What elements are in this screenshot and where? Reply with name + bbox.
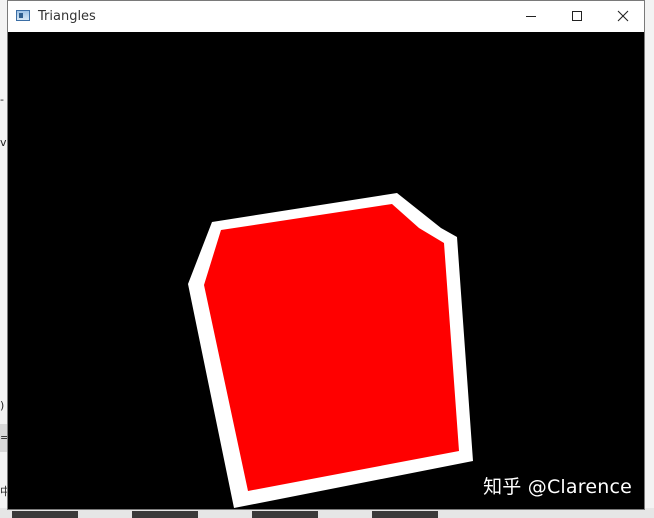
taskbar-thumbnail[interactable] <box>372 511 438 518</box>
watermark-text: 知乎 @Clarence <box>483 476 632 498</box>
taskbar-thumbnail[interactable] <box>252 511 318 518</box>
background-text-fragment: - <box>0 93 4 106</box>
maximize-button[interactable] <box>554 1 600 31</box>
app-window-icon <box>16 10 30 21</box>
taskbar-thumbnail[interactable] <box>12 511 78 518</box>
window-title: Triangles <box>38 9 96 24</box>
minimize-button[interactable] <box>508 1 554 31</box>
render-canvas[interactable]: 知乎 @Clarence <box>8 32 644 509</box>
window-titlebar[interactable]: Triangles <box>8 1 644 32</box>
red-filled-polygon <box>204 204 459 491</box>
background-text-fragment: ) <box>0 399 5 412</box>
close-icon <box>617 10 629 22</box>
maximize-icon <box>571 10 583 22</box>
close-button[interactable] <box>600 1 646 31</box>
taskbar-thumbnail[interactable] <box>132 511 198 518</box>
render-scene <box>188 193 473 508</box>
app-window: Triangles 知乎 @Clarence <box>7 0 645 510</box>
minimize-icon <box>525 10 537 22</box>
